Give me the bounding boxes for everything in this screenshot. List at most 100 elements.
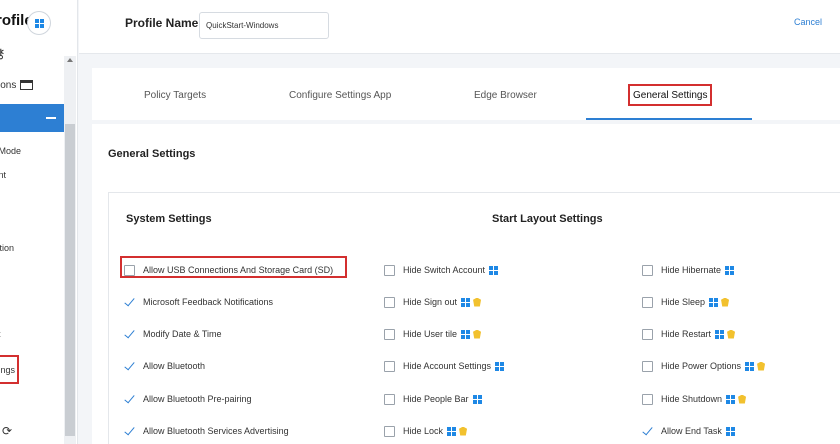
- setting-option-label: Hide User tile: [403, 329, 458, 339]
- sidebar-highlight-box: [0, 355, 19, 384]
- sidebar-item-active[interactable]: [0, 104, 64, 132]
- header: Profile Name Cancel: [79, 0, 840, 54]
- checkbox[interactable]: [384, 393, 395, 405]
- windows-icon: [709, 297, 719, 307]
- key-icon[interactable]: ⚷: [0, 46, 6, 62]
- settings-panel: System Settings Start Layout Settings Al…: [108, 192, 840, 444]
- setting-option[interactable]: Hide Account Settings: [384, 359, 505, 373]
- setting-option-label: Hide Hibernate: [661, 265, 722, 275]
- active-tab-indicator: [586, 118, 752, 120]
- checkmark-icon[interactable]: [124, 426, 135, 437]
- checkbox[interactable]: [642, 328, 653, 340]
- setting-option[interactable]: Hide Switch Account: [384, 263, 499, 277]
- setting-option[interactable]: Allow End Task: [642, 424, 735, 438]
- shield-badge-icon: [721, 297, 730, 307]
- setting-option[interactable]: Hide User tile: [384, 327, 482, 341]
- window-icon: [20, 80, 34, 91]
- setting-option-label: Hide Shutdown: [661, 394, 723, 404]
- windows-icon: [447, 426, 457, 436]
- windows-icon: [461, 329, 471, 339]
- setting-option[interactable]: Hide Hibernate: [642, 263, 735, 277]
- setting-option-label: Allow Bluetooth: [143, 361, 206, 371]
- checkmark-icon[interactable]: [642, 426, 653, 437]
- setting-option-label: Allow Bluetooth Pre-pairing: [143, 394, 252, 404]
- sidebar-item[interactable]: lication: [0, 243, 14, 253]
- windows-icon: [725, 426, 735, 436]
- setting-option[interactable]: Hide Sign out: [384, 295, 482, 309]
- setting-option-label: Hide People Bar: [403, 394, 469, 404]
- section-title: General Settings: [108, 148, 196, 160]
- tab-edge-browser[interactable]: Edge Browser: [474, 90, 537, 101]
- windows-icon: [472, 394, 482, 404]
- shield-badge-icon: [757, 361, 766, 371]
- main-panel: General Settings System Settings Start L…: [92, 124, 840, 444]
- sidebar-item[interactable]: ent: [0, 329, 1, 339]
- setting-option-label: Hide Switch Account: [403, 265, 486, 275]
- setting-option-label: Hide Sign out: [403, 297, 458, 307]
- tab-policy-targets[interactable]: Policy Targets: [144, 90, 206, 101]
- scroll-up-icon[interactable]: [67, 58, 73, 62]
- shield-badge-icon: [459, 426, 468, 436]
- start-layout-settings-title: Start Layout Settings: [492, 213, 603, 225]
- checkbox[interactable]: [384, 328, 395, 340]
- setting-option[interactable]: Allow Bluetooth Services Advertising: [124, 424, 289, 438]
- setting-option-label: Hide Lock: [403, 426, 444, 436]
- setting-option-label: Allow Bluetooth Services Advertising: [143, 426, 289, 436]
- setting-option-label: Hide Restart: [661, 329, 712, 339]
- setting-option[interactable]: Hide Lock: [384, 424, 468, 438]
- checkbox[interactable]: [384, 264, 395, 276]
- checkmark-icon[interactable]: [124, 394, 135, 405]
- sidebar: rofile ⚷ ions op Modementgsteslicationgs…: [0, 0, 78, 444]
- shield-badge-icon: [727, 329, 736, 339]
- shield-badge-icon: [473, 297, 482, 307]
- setting-option-label: Allow End Task: [661, 426, 722, 436]
- sidebar-item-sessions[interactable]: ions: [0, 80, 34, 91]
- setting-option[interactable]: Modify Date & Time: [124, 327, 222, 341]
- system-settings-title: System Settings: [126, 213, 212, 225]
- collapse-icon[interactable]: [46, 117, 56, 119]
- setting-option[interactable]: Microsoft Feedback Notifications: [124, 295, 273, 309]
- checkbox[interactable]: [642, 296, 653, 308]
- setting-option[interactable]: Hide People Bar: [384, 392, 482, 406]
- checkbox[interactable]: [384, 296, 395, 308]
- tab-bar: Policy Targets Configure Settings App Ed…: [92, 68, 840, 120]
- usb-option-highlight-box: [120, 256, 347, 278]
- tab-configure-settings-app[interactable]: Configure Settings App: [289, 90, 391, 101]
- rotate-icon[interactable]: ⟳: [2, 424, 12, 438]
- shield-badge-icon: [473, 329, 482, 339]
- windows-icon: [726, 394, 736, 404]
- windows-icon: [745, 361, 755, 371]
- profile-name-input[interactable]: [199, 12, 329, 39]
- checkbox[interactable]: [384, 360, 395, 372]
- shield-badge-icon: [738, 394, 747, 404]
- scrollbar-thumb[interactable]: [65, 124, 75, 436]
- setting-option[interactable]: Allow Bluetooth Pre-pairing: [124, 392, 252, 406]
- checkbox[interactable]: [384, 425, 395, 437]
- setting-option-label: Hide Power Options: [661, 361, 742, 371]
- checkbox[interactable]: [642, 264, 653, 276]
- setting-option[interactable]: Hide Sleep: [642, 295, 730, 309]
- profile-name-label: Profile Name: [125, 16, 199, 30]
- sidebar-item[interactable]: op Mode: [0, 146, 21, 156]
- windows-icon: [461, 297, 471, 307]
- windows-icon: [495, 361, 505, 371]
- windows-icon: [489, 265, 499, 275]
- windows-icon: [725, 265, 735, 275]
- setting-option-label: Hide Account Settings: [403, 361, 492, 371]
- setting-option[interactable]: Hide Shutdown: [642, 392, 747, 406]
- sidebar-item-label: ions: [0, 80, 17, 91]
- cancel-button[interactable]: Cancel: [794, 17, 822, 27]
- tab-highlight-box: [628, 84, 712, 106]
- sidebar-item[interactable]: ment: [0, 170, 6, 180]
- setting-option-label: Modify Date & Time: [143, 329, 222, 339]
- windows-icon: [715, 329, 725, 339]
- checkmark-icon[interactable]: [124, 361, 135, 372]
- checkmark-icon[interactable]: [124, 297, 135, 308]
- checkbox[interactable]: [642, 393, 653, 405]
- setting-option-label: Microsoft Feedback Notifications: [143, 297, 274, 307]
- checkbox[interactable]: [642, 360, 653, 372]
- setting-option[interactable]: Hide Power Options: [642, 359, 766, 373]
- setting-option[interactable]: Hide Restart: [642, 327, 736, 341]
- setting-option[interactable]: Allow Bluetooth: [124, 359, 205, 373]
- checkmark-icon[interactable]: [124, 329, 135, 340]
